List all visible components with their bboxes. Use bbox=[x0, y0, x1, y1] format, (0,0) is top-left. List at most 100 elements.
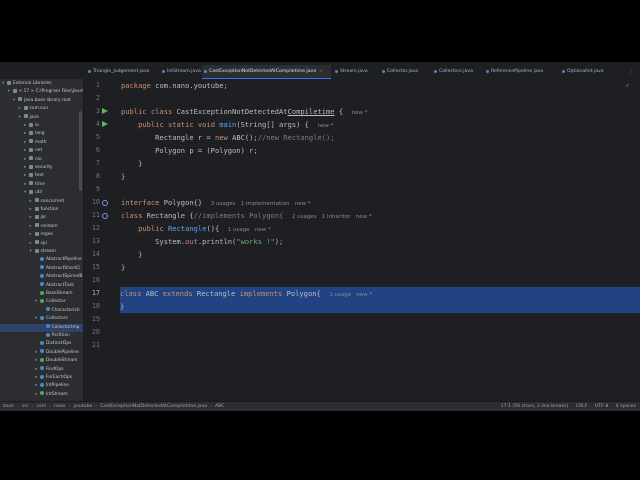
chevron-down-icon[interactable]: ▾ bbox=[30, 248, 35, 256]
code-line[interactable]: Rectangle r = new ABC();//new Rectangle(… bbox=[121, 131, 640, 144]
tree-item[interactable]: AbstractSpinedB bbox=[0, 273, 83, 281]
chevron-right-icon[interactable]: ▸ bbox=[30, 231, 35, 239]
tree-item[interactable]: ▸ text bbox=[0, 172, 44, 180]
code-line[interactable]: public static void main(String[] args) {… bbox=[121, 118, 640, 131]
breadcrumb-item[interactable]: base bbox=[3, 402, 14, 411]
tree-item[interactable]: ▸ spi bbox=[0, 240, 47, 248]
chevron-right-icon[interactable]: ▸ bbox=[30, 214, 35, 222]
tree-item[interactable]: ▾ stream bbox=[0, 248, 56, 256]
breadcrumb-item[interactable]: com bbox=[36, 402, 46, 411]
implementation-icon[interactable] bbox=[102, 199, 108, 206]
tree-item[interactable]: ▸ IntStream bbox=[0, 391, 68, 399]
tree-item[interactable]: ▸ concurrent bbox=[0, 198, 64, 206]
inlay-hint[interactable]: new * bbox=[352, 110, 368, 116]
code-line[interactable]: class Rectangle {//implements Polygon{ 2… bbox=[121, 209, 640, 222]
editor-tab[interactable]: Collector.java bbox=[380, 65, 430, 79]
tree-item[interactable]: CollectorImp bbox=[0, 323, 83, 332]
editor-tab[interactable]: Collectors.java bbox=[432, 65, 482, 79]
close-icon[interactable]: × bbox=[319, 69, 323, 74]
tree-item[interactable]: BaseStream bbox=[0, 290, 73, 298]
indent-setting[interactable]: 4 spaces bbox=[616, 404, 636, 409]
tree-item[interactable]: ▾ java.base library root bbox=[0, 97, 71, 105]
chevron-right-icon[interactable]: ▸ bbox=[30, 198, 35, 206]
tree-item[interactable]: Characteristi bbox=[0, 307, 80, 315]
inlay-hint[interactable]: 2 usages 1 inheritor new * bbox=[292, 214, 372, 220]
tree-item[interactable]: ▸ IntPipeline bbox=[0, 382, 69, 390]
tree-item[interactable]: ▸ security bbox=[0, 164, 53, 172]
tree-item[interactable]: Partition bbox=[0, 332, 70, 340]
inlay-hint[interactable]: new * bbox=[318, 123, 334, 129]
editor-tab[interactable]: OptionalInt.java bbox=[560, 65, 606, 79]
line-separator[interactable]: CRLF bbox=[576, 404, 588, 409]
code-line[interactable] bbox=[121, 339, 640, 352]
tree-item[interactable]: AbstractTask bbox=[0, 282, 74, 290]
tree-item[interactable]: ▾ External Libraries bbox=[0, 80, 52, 88]
tree-scrollbar[interactable] bbox=[79, 111, 82, 191]
tree-item[interactable]: AbstractPipeline bbox=[0, 256, 82, 264]
tree-item[interactable]: AbstractShortCi bbox=[0, 265, 81, 273]
tree-item[interactable]: ▸ DoublePipeline bbox=[0, 349, 79, 357]
tree-item[interactable]: ▸ net bbox=[0, 147, 42, 155]
chevron-right-icon[interactable]: ▸ bbox=[30, 206, 35, 214]
tree-item[interactable]: ▸ com.sun bbox=[0, 105, 48, 113]
code-line[interactable] bbox=[121, 274, 640, 287]
tree-item[interactable]: ▾ util bbox=[0, 189, 42, 197]
more-vertical-icon[interactable]: ⋮ bbox=[628, 65, 634, 79]
code-line[interactable] bbox=[121, 313, 640, 326]
breadcrumb-item[interactable]: src bbox=[22, 402, 29, 411]
code-line[interactable] bbox=[121, 326, 640, 339]
code-line[interactable]: } bbox=[120, 300, 640, 313]
code-line[interactable]: public class CastExceptionNotDetectedAtC… bbox=[121, 105, 640, 118]
chevron-down-icon[interactable]: ▾ bbox=[8, 88, 13, 96]
implementation-icon[interactable] bbox=[102, 212, 108, 219]
code-line[interactable]: class ABC extends Rectangle implements P… bbox=[120, 287, 640, 300]
code-line[interactable]: System.out.println("works !"); bbox=[121, 235, 640, 248]
file-encoding[interactable]: UTF-8 bbox=[595, 404, 608, 409]
tree-item[interactable]: ▸ random bbox=[0, 223, 58, 231]
editor-tab[interactable]: IntStream.java bbox=[160, 65, 201, 79]
chevron-down-icon[interactable]: ▾ bbox=[19, 114, 24, 122]
tree-item[interactable]: ▸ function bbox=[0, 206, 58, 214]
tree-item[interactable]: ▸ lang bbox=[0, 130, 44, 138]
tree-item[interactable]: ▸ ForEachOps bbox=[0, 374, 72, 382]
tree-item[interactable]: ▸ nio bbox=[0, 156, 42, 164]
tree-item[interactable]: ▾ Collector bbox=[0, 298, 66, 306]
chevron-right-icon[interactable]: ▸ bbox=[30, 240, 35, 248]
code-line[interactable] bbox=[121, 92, 640, 105]
editor-tab[interactable]: Triangle_Judgement.java bbox=[86, 65, 158, 79]
code-line[interactable]: public Rectangle(){ 1 usage new * bbox=[121, 222, 640, 235]
caret-position[interactable]: 17:1 (50 chars, 2 line breaks) bbox=[501, 404, 569, 409]
tree-item[interactable]: ▾ java bbox=[0, 114, 39, 122]
code-line[interactable]: Polygon p = (Polygon) r; bbox=[121, 144, 640, 157]
code-line[interactable]: } bbox=[121, 261, 640, 274]
code-line[interactable]: interface Polygon{} 3 usages 1 implement… bbox=[121, 196, 640, 209]
code-editor[interactable]: 1 2 3 4 5 6 7 8 9 10 11 12 13 14 15 16 17 18 19 20 21 ✓ pack… bbox=[84, 79, 640, 401]
run-icon[interactable] bbox=[102, 108, 108, 114]
editor-tab[interactable]: CastExceptionNotDetectedAtCompiletime.ja… bbox=[202, 65, 331, 79]
tree-item[interactable]: ▾ Collectors bbox=[0, 315, 68, 323]
breadcrumb-item[interactable]: youtube bbox=[73, 402, 92, 411]
inlay-hint[interactable]: 1 usage new * bbox=[329, 292, 372, 298]
inlay-hint[interactable]: 3 usages 1 implementation new * bbox=[211, 201, 311, 207]
tree-item[interactable]: ▾ < 17 > C:\Program Files\Java\jdk bbox=[0, 88, 83, 96]
tree-item[interactable]: ▸ regex bbox=[0, 231, 53, 239]
tree-item[interactable]: ▸ jar bbox=[0, 214, 46, 222]
tree-item[interactable]: ▸ FindOps bbox=[0, 366, 64, 374]
code-line[interactable]: package com.nano.youtube; bbox=[121, 79, 640, 92]
tree-item[interactable]: ▸ DoubleStream bbox=[0, 357, 77, 365]
tree-item[interactable]: ▸ time bbox=[0, 181, 45, 189]
chevron-right-icon[interactable]: ▸ bbox=[30, 223, 35, 231]
tree-item[interactable]: DistinctOps bbox=[0, 340, 71, 348]
tree-item[interactable]: ▸ io bbox=[0, 122, 39, 130]
code-line[interactable] bbox=[121, 183, 640, 196]
code-line[interactable]: } bbox=[121, 157, 640, 170]
tree-item[interactable]: ▸ math bbox=[0, 139, 46, 147]
chevron-right-icon[interactable]: ▸ bbox=[19, 105, 24, 113]
editor-tab[interactable]: ReferencePipeline.java bbox=[484, 65, 558, 79]
run-icon[interactable] bbox=[102, 121, 108, 127]
breadcrumb-item[interactable]: ABC bbox=[215, 402, 224, 411]
code-line[interactable]: } bbox=[121, 248, 640, 261]
code-line[interactable]: } bbox=[121, 170, 640, 183]
editor-tab[interactable]: Stream.java bbox=[333, 65, 378, 79]
breadcrumb-item[interactable]: CastExceptionNotDetectedAtCompiletime.ja… bbox=[100, 402, 207, 411]
